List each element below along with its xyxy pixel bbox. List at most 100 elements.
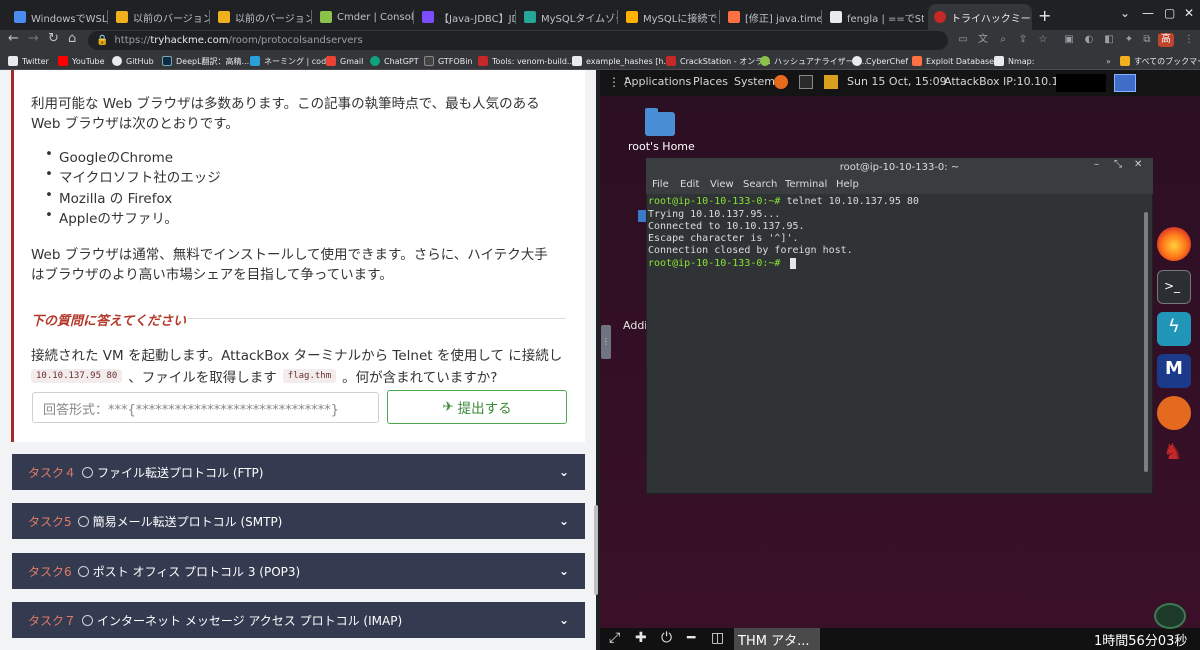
terminal-scrollbar[interactable] (1143, 196, 1149, 492)
menu-applications[interactable]: Applications (624, 75, 691, 88)
install-icon[interactable]: ▭ (956, 33, 970, 47)
bookmark-gmail[interactable]: Gmail (326, 53, 363, 69)
forward-arrow-icon[interactable]: → (28, 31, 39, 46)
tab-favicon-icon (320, 11, 332, 23)
bookmark-chatgpt[interactable]: ChatGPT (370, 53, 419, 69)
bookmark-youtube[interactable]: YouTube (58, 53, 105, 69)
bookmark-exploit-db[interactable]: Exploit Database (912, 53, 994, 69)
firefox-icon[interactable] (774, 75, 788, 89)
terminal-icon[interactable] (799, 75, 813, 89)
new-tab-button[interactable]: + (1038, 6, 1051, 25)
menu-kebab-icon[interactable]: ⋮ (1182, 33, 1196, 47)
tab-fengla[interactable]: fengla | ==でStrin✕ (824, 4, 924, 30)
sublime-icon[interactable] (824, 75, 838, 89)
minus-icon[interactable]: ━ (687, 630, 695, 646)
all-bookmarks[interactable]: すべてのブックマーク (1120, 53, 1200, 69)
bookmark-example-hashes[interactable]: example_hashes [h... (572, 53, 671, 69)
task-accordion-4[interactable]: タスク４ ファイル転送プロトコル (FTP) ⌄ (12, 454, 585, 490)
task-accordion-5[interactable]: タスク5 簡易メール転送プロトコル (SMTP) ⌄ (12, 503, 585, 539)
bookmark-venom[interactable]: Tools: venom-build... (478, 53, 575, 69)
extension-icon[interactable]: ◐ (1082, 33, 1096, 47)
close-window-button[interactable]: ✕ (1184, 6, 1194, 20)
answer-input[interactable]: 回答形式：***{******************************} (32, 392, 379, 423)
bookmark-star-icon[interactable]: ☆ (1036, 33, 1050, 47)
bookmark-github[interactable]: GitHub (112, 53, 154, 69)
terminal-menu-edit[interactable]: Edit (680, 179, 699, 190)
workspace-indicator[interactable] (1114, 74, 1136, 92)
redacted-box (1056, 74, 1106, 92)
bookmark-crackstation[interactable]: CrackStation - オンラ... (666, 53, 771, 69)
submit-button[interactable]: ✈ 提出する (387, 390, 567, 424)
share-icon[interactable]: ⇪ (1016, 33, 1030, 47)
restore-icon[interactable]: ⤡ (1114, 159, 1122, 170)
lock-icon: 🔒 (96, 35, 109, 46)
scrollbar[interactable] (594, 505, 598, 595)
bookmark-gtfobin[interactable]: GTFOBin (424, 53, 472, 69)
terminal-menu-file[interactable]: File (652, 179, 669, 190)
bookmark-nmap[interactable]: Nmap: (994, 53, 1034, 69)
terminal-menu-search[interactable]: Search (743, 179, 777, 190)
close-icon[interactable]: ✕ (1134, 159, 1142, 170)
terminal-menu-terminal[interactable]: Terminal (785, 179, 827, 190)
vpn-tray-icon[interactable] (1154, 603, 1186, 629)
tab-favicon-icon (14, 11, 26, 23)
tab-favicon-icon (524, 11, 536, 23)
terminal-menu-help[interactable]: Help (836, 179, 859, 190)
bookmark-cyberchef[interactable]: CyberChef (852, 53, 908, 69)
chevron-right-icon[interactable]: » (1106, 53, 1111, 69)
split-icon[interactable]: ◫ (711, 630, 724, 646)
sidebar-toggle[interactable]: ⋮ (601, 325, 611, 359)
bookmark-hash-analyzer[interactable]: ハッシュアナライザー -... (760, 53, 867, 69)
home-folder-icon[interactable] (645, 108, 675, 136)
address-bar[interactable]: 🔒 https://tryhackme.com/room/protocolsan… (88, 31, 948, 50)
maximize-button[interactable]: ▢ (1164, 6, 1175, 20)
home-folder-label: root's Home (628, 140, 695, 153)
bookmark-codic[interactable]: ネーミング | codic (250, 53, 333, 69)
bookmark-twitter[interactable]: Twitter (8, 53, 49, 69)
home-icon[interactable]: ⌂ (68, 31, 76, 46)
puzzle-icon[interactable]: ⧉ (1140, 33, 1154, 47)
bookmark-deepl[interactable]: DeepL翻訳：高精... (162, 53, 249, 69)
fullscreen-icon[interactable]: ⤢ (609, 630, 620, 646)
tab-favicon-icon (830, 11, 842, 23)
minimize-icon[interactable]: – (1094, 159, 1099, 170)
tab-vs-previous-1[interactable]: 以前のバージョンの V✕ (110, 4, 210, 30)
plus-icon[interactable]: ✚ (635, 630, 647, 646)
terminal-line: Connected to 10.10.137.95. (648, 221, 805, 232)
tab-java-jdbc[interactable]: 【Java-JDBC】JDBC✕ (416, 4, 516, 30)
tab-java-time[interactable]: [修正] java.time.zo✕ (722, 4, 822, 30)
back-arrow-icon[interactable]: ← (8, 31, 19, 46)
tab-mysql-timezone[interactable]: MySQLタイムゾーン✕ (518, 4, 618, 30)
tab-vs-previous-2[interactable]: 以前のバージョンの V✕ (212, 4, 312, 30)
deepl-icon (162, 56, 172, 66)
task-accordion-7[interactable]: タスク７ インターネット メッセージ アクセス プロトコル (IMAP) ⌄ (12, 602, 585, 638)
tab-cmder[interactable]: Cmder | Console E✕ (314, 4, 414, 30)
translate-icon[interactable]: 文 (976, 33, 990, 47)
tab-search-button[interactable]: ⌄ (1120, 6, 1130, 20)
kali-dragon-icon[interactable]: ♞ (1157, 440, 1191, 474)
terminal-menu-view[interactable]: View (710, 179, 734, 190)
firefox-icon[interactable] (1157, 227, 1191, 261)
task-accordion-6[interactable]: タスク6 ポスト オフィス プロトコル 3 (POP3) ⌄ (12, 553, 585, 589)
reload-icon[interactable]: ↻ (48, 31, 59, 46)
menu-system[interactable]: System (734, 75, 775, 88)
extension-icon[interactable]: ✦ (1122, 33, 1136, 47)
tab-wsl2[interactable]: WindowsでWSL2を✕ (8, 4, 108, 30)
thm-attackbox-tab[interactable]: THM アタ... (734, 628, 820, 650)
minimize-button[interactable]: — (1142, 6, 1154, 20)
extension-icon[interactable]: ▣ (1062, 33, 1076, 47)
burp-icon[interactable]: ϟ (1157, 312, 1191, 346)
postman-icon[interactable] (1157, 396, 1191, 430)
tab-tryhackme[interactable]: トライハックミー | プロ✕ (928, 4, 1032, 30)
document-icon (572, 56, 582, 66)
terminal-icon[interactable]: >_ (1157, 270, 1191, 304)
metasploit-icon[interactable]: M (1157, 354, 1191, 388)
extension-icon[interactable]: ◧ (1102, 33, 1116, 47)
ip-port-code: 10.10.137.95 80 (31, 369, 123, 383)
tab-mysql-connect[interactable]: MySQLに接続できない✕ (620, 4, 720, 30)
exploit-db-icon (912, 56, 922, 66)
menu-places[interactable]: Places (693, 75, 728, 88)
power-icon[interactable]: ⏻ (661, 630, 672, 646)
profile-avatar[interactable]: 高 (1158, 33, 1174, 47)
zoom-icon[interactable]: ⌕ (996, 33, 1010, 47)
